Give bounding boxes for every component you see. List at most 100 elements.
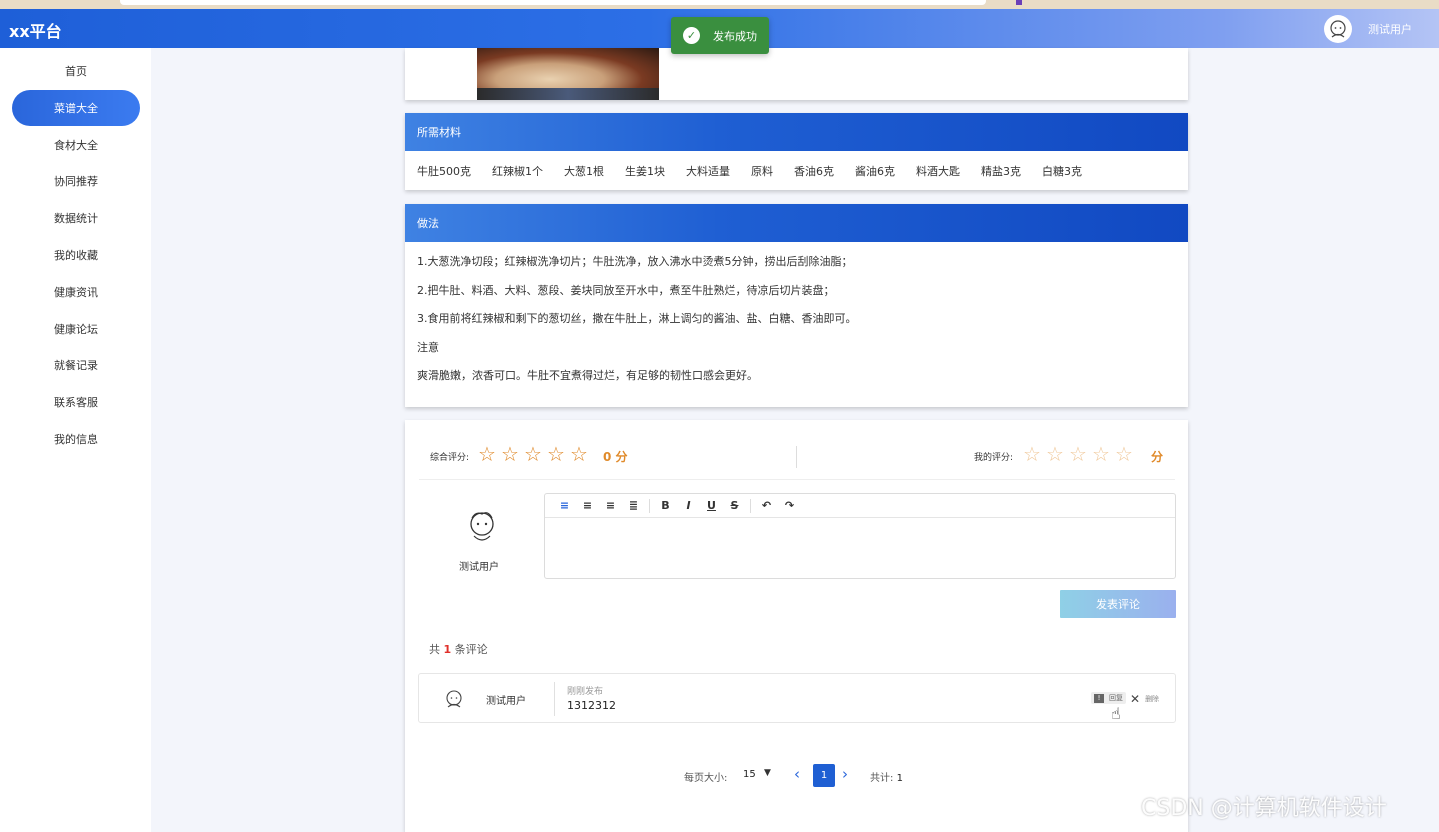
sidebar: 首页 菜谱大全 食材大全 协同推荐 数据统计 我的收藏 健康资讯 健康论坛 就餐…: [0, 48, 151, 832]
reply-label: 回复: [1109, 694, 1123, 702]
sidebar-item-my-info[interactable]: 我的信息: [12, 421, 140, 457]
hand-cursor-icon: ☝: [1111, 704, 1121, 723]
method-card: 做法 1.大葱洗净切段；红辣椒洗净切片；牛肚洗净，放入沸水中烫煮5分钟，捞出后刮…: [405, 204, 1188, 407]
my-star-2-icon[interactable]: ☆: [1046, 444, 1064, 464]
ingredient-item: 香油6克: [794, 165, 834, 178]
comment-list-item: 测试用户 刚刚发布 1312312 ! 回复 ✕ 删除 ☝: [418, 673, 1176, 723]
my-star-1-icon[interactable]: ☆: [1023, 444, 1041, 464]
page-number[interactable]: 1: [813, 764, 835, 787]
avatar-icon: [446, 690, 462, 708]
success-toast: ✓ 发布成功: [671, 17, 769, 54]
overall-rating-label: 综合评分:: [430, 453, 470, 463]
overall-star-icon: ☆: [547, 442, 565, 466]
sidebar-item-health-news[interactable]: 健康资讯: [12, 274, 140, 310]
brand-logo[interactable]: xx平台: [9, 18, 62, 42]
reply-icon: !: [1094, 693, 1104, 703]
ingredient-item: 大葱1根: [564, 165, 604, 178]
comment-count-number: 1: [443, 643, 452, 656]
user-avatar[interactable]: [1324, 15, 1352, 43]
browser-strip: [0, 0, 1439, 9]
method-steps: 1.大葱洗净切段；红辣椒洗净切片；牛肚洗净，放入沸水中烫煮5分钟，捞出后刮除油脂…: [405, 242, 1188, 411]
caret-down-icon[interactable]: ▼: [764, 768, 771, 778]
underline-icon[interactable]: U: [700, 496, 723, 516]
my-star-5-icon[interactable]: ☆: [1115, 444, 1133, 464]
ingredient-list: 牛肚500克 红辣椒1个 大葱1根 生姜1块 大料适量 原料 香油6克 酱油6克…: [405, 151, 1188, 179]
toast-message: 发布成功: [713, 29, 757, 43]
bold-icon[interactable]: B: [654, 496, 677, 516]
redo-icon[interactable]: ↷: [778, 496, 801, 516]
avatar-icon: [470, 512, 494, 541]
ingredient-item: 生姜1块: [625, 165, 665, 178]
method-step: 2.把牛肚、料酒、大料、葱段、姜块同放至开水中，煮至牛肚熟烂，待凉后切片装盘；: [417, 283, 835, 297]
sidebar-item-ingredients[interactable]: 食材大全: [12, 127, 140, 163]
comment-author: 测试用户: [486, 696, 526, 707]
sidebar-item-statistics[interactable]: 数据统计: [12, 200, 140, 236]
pagination: 每页大小: 15 ▼ ‹ 1 › 共计: 1: [405, 764, 1188, 788]
page-size-select[interactable]: 15: [743, 769, 756, 780]
method-title: 做法: [405, 204, 1188, 242]
extension-icon[interactable]: [1016, 0, 1022, 5]
strikethrough-icon[interactable]: S: [723, 496, 746, 516]
ingredient-item: 白糖3克: [1042, 165, 1082, 178]
commenter-avatar: [460, 504, 504, 548]
ingredient-item: 大料适量: [686, 165, 730, 178]
next-page-icon[interactable]: ›: [842, 765, 848, 783]
user-name[interactable]: 测试用户: [1368, 21, 1412, 37]
watermark: CSDN @计算机软件设计: [1141, 796, 1387, 821]
align-right-icon[interactable]: ≡: [599, 496, 622, 516]
sidebar-item-recommend[interactable]: 协同推荐: [12, 163, 140, 199]
method-note: 爽滑脆嫩，浓香可口。牛肚不宜煮得过烂，有足够的韧性口感会更好。: [417, 369, 758, 382]
rating-row: 综合评分: ☆ ☆ ☆ ☆ ☆ 0 分 我的评分: ☆ ☆ ☆ ☆ ☆ 分: [405, 420, 1188, 480]
comment-editor[interactable]: ≡ ≡ ≡ ≣ B I U S ↶ ↷: [544, 493, 1176, 579]
align-left-icon[interactable]: ≡: [553, 496, 576, 516]
method-step: 1.大葱洗净切段；红辣椒洗净切片；牛肚洗净，放入沸水中烫煮5分钟，捞出后刮除油脂…: [417, 255, 853, 268]
sidebar-item-support[interactable]: 联系客服: [12, 384, 140, 420]
comment-time: 刚刚发布: [567, 687, 604, 697]
sidebar-item-recipes[interactable]: 菜谱大全: [12, 90, 140, 126]
total-count: 共计: 1: [870, 773, 903, 784]
align-justify-icon[interactable]: ≣: [622, 496, 645, 516]
delete-button[interactable]: ✕ 删除: [1130, 692, 1159, 706]
comment-card: 综合评分: ☆ ☆ ☆ ☆ ☆ 0 分 我的评分: ☆ ☆ ☆ ☆ ☆ 分 测试…: [405, 420, 1188, 832]
comment-count: 共 1 条评论: [429, 643, 488, 656]
overall-score: 0 分: [603, 450, 628, 464]
overall-star-icon: ☆: [478, 442, 496, 466]
undo-icon[interactable]: ↶: [755, 496, 778, 516]
recipe-image-card: [405, 48, 1188, 100]
sidebar-item-forum[interactable]: 健康论坛: [12, 311, 140, 347]
sidebar-item-home[interactable]: 首页: [12, 53, 140, 89]
address-bar[interactable]: [120, 0, 986, 5]
my-rating-label: 我的评分:: [974, 453, 1014, 463]
close-icon: ✕: [1130, 692, 1141, 706]
overall-star-icon: ☆: [570, 442, 588, 466]
ingredient-item: 酱油6克: [855, 165, 895, 178]
page-size-label: 每页大小:: [684, 773, 728, 784]
my-star-4-icon[interactable]: ☆: [1092, 444, 1110, 464]
prev-page-icon[interactable]: ‹: [794, 765, 800, 783]
editor-toolbar: ≡ ≡ ≡ ≣ B I U S ↶ ↷: [545, 494, 1175, 518]
submit-comment-button[interactable]: 发表评论: [1060, 590, 1176, 618]
my-star-3-icon[interactable]: ☆: [1069, 444, 1087, 464]
comment-text: 1312312: [567, 699, 616, 712]
my-score: 分: [1151, 450, 1164, 464]
ingredient-item: 精盐3克: [981, 165, 1021, 178]
italic-icon[interactable]: I: [677, 496, 700, 516]
overall-star-icon: ☆: [524, 442, 542, 466]
ingredient-item: 原料: [751, 165, 773, 178]
comment-avatar: [441, 686, 467, 712]
sidebar-item-favorites[interactable]: 我的收藏: [12, 237, 140, 273]
check-circle-icon: ✓: [683, 27, 700, 44]
recipe-image: [477, 48, 659, 100]
method-note-heading: 注意: [417, 340, 439, 354]
overall-star-icon: ☆: [501, 442, 519, 466]
delete-label: 删除: [1145, 695, 1160, 703]
sidebar-item-dining-records[interactable]: 就餐记录: [12, 347, 140, 383]
align-center-icon[interactable]: ≡: [576, 496, 599, 516]
reply-button[interactable]: ! 回复: [1091, 692, 1126, 704]
avatar-icon: [1330, 20, 1346, 38]
ingredient-item: 红辣椒1个: [492, 165, 543, 178]
ingredients-title: 所需材料: [405, 113, 1188, 151]
method-step: 3.食用前将红辣椒和剩下的葱切丝，撒在牛肚上，淋上调匀的酱油、盐、白糖、香油即可…: [417, 312, 857, 325]
ingredient-item: 牛肚500克: [417, 165, 471, 178]
ingredients-card: 所需材料 牛肚500克 红辣椒1个 大葱1根 生姜1块 大料适量 原料 香油6克…: [405, 113, 1188, 190]
